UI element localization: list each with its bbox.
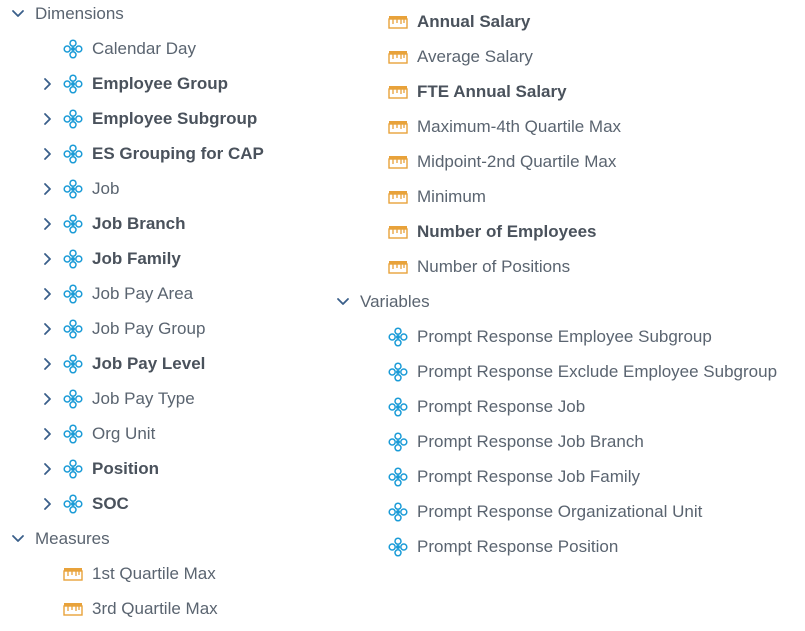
dimension-icon (388, 537, 408, 557)
chevron-right-icon[interactable] (41, 112, 55, 126)
dimension-icon (63, 389, 83, 409)
chevron-right-icon[interactable] (41, 182, 55, 196)
tree-item-label: 3rd Quartile Max (92, 599, 218, 618)
dimension-icon (388, 362, 408, 382)
measure-icon (388, 47, 408, 67)
tree-item-label: Employee Subgroup (92, 109, 258, 128)
dimension-icon (63, 424, 83, 444)
tree-item-label: Position (92, 459, 160, 478)
tree-item-label: Employee Group (92, 74, 229, 93)
measure-icon (388, 222, 408, 242)
dimension-icon (63, 214, 83, 234)
dimension-icon (388, 432, 408, 452)
chevron-right-icon[interactable] (41, 252, 55, 266)
chevron-right-icon[interactable] (41, 287, 55, 301)
tree-item-label: Org Unit (92, 424, 156, 443)
dimension-icon (388, 502, 408, 522)
tree-item-label: Number of Positions (417, 257, 571, 276)
tree-item-label: Maximum-4th Quartile Max (417, 117, 622, 136)
dimension-icon (63, 494, 83, 514)
dimension-icon (388, 327, 408, 347)
dimension-icon (63, 109, 83, 129)
tree-item-label: Job Pay Group (92, 319, 206, 338)
chevron-right-icon[interactable] (41, 147, 55, 161)
tree-item-label: Average Salary (417, 47, 533, 66)
dimension-icon (63, 74, 83, 94)
section-label: Measures (35, 529, 110, 548)
tree-item-label: Minimum (417, 187, 486, 206)
measure-icon (388, 152, 408, 172)
tree-item-label: Midpoint-2nd Quartile Max (417, 152, 617, 171)
section-label: Dimensions (35, 4, 124, 23)
tree-item-label: Prompt Response Employee Subgroup (417, 327, 712, 346)
measure-icon (388, 82, 408, 102)
tree-item-label: SOC (92, 494, 129, 513)
chevron-down-icon[interactable] (336, 295, 350, 309)
tree-item-label: ES Grouping for CAP (92, 144, 264, 163)
measure-icon (388, 12, 408, 32)
dimension-icon (63, 179, 83, 199)
tree-item-label: Job Pay Type (92, 389, 195, 408)
tree-item-label: 1st Quartile Max (92, 564, 216, 583)
dimension-icon (388, 467, 408, 487)
tree-item-label: Prompt Response Job (417, 397, 586, 416)
dimension-icon (63, 249, 83, 269)
dimension-icon (63, 39, 83, 59)
dimension-icon (63, 319, 83, 339)
chevron-right-icon[interactable] (41, 462, 55, 476)
section-label: Variables (360, 292, 430, 311)
tree-item-label: Job Pay Area (92, 284, 194, 303)
chevron-down-icon[interactable] (11, 532, 25, 546)
measure-icon (388, 117, 408, 137)
tree-item-label: Annual Salary (417, 12, 531, 31)
tree-item-label: Calendar Day (92, 39, 196, 58)
chevron-right-icon[interactable] (41, 357, 55, 371)
tree-item-label: Number of Employees (417, 222, 597, 241)
dimension-icon (63, 284, 83, 304)
tree-item-label: Prompt Response Organizational Unit (417, 502, 703, 521)
chevron-right-icon[interactable] (41, 392, 55, 406)
chevron-down-icon[interactable] (11, 7, 25, 21)
measure-icon (63, 564, 83, 584)
dimension-icon (63, 354, 83, 374)
tree-item-label: Prompt Response Position (417, 537, 619, 556)
chevron-right-icon[interactable] (41, 497, 55, 511)
chevron-right-icon[interactable] (41, 427, 55, 441)
dimension-icon (63, 144, 83, 164)
measure-icon (388, 187, 408, 207)
tree-item-label: Job Branch (92, 214, 186, 233)
tree-item-label: Job (92, 179, 120, 198)
tree-item-label: Job Family (92, 249, 181, 268)
dimension-icon (388, 397, 408, 417)
tree-item-label: FTE Annual Salary (417, 82, 567, 101)
chevron-right-icon[interactable] (41, 77, 55, 91)
tree-item-label: Job Pay Level (92, 354, 206, 373)
dimension-icon (63, 459, 83, 479)
tree-item-label: Prompt Response Job Family (417, 467, 640, 486)
measure-icon (388, 257, 408, 277)
chevron-right-icon[interactable] (41, 217, 55, 231)
measure-icon (63, 599, 83, 619)
tree-item-label: Prompt Response Exclude Employee Subgrou… (417, 362, 778, 381)
tree-item-label: Prompt Response Job Branch (417, 432, 644, 451)
chevron-right-icon[interactable] (41, 322, 55, 336)
